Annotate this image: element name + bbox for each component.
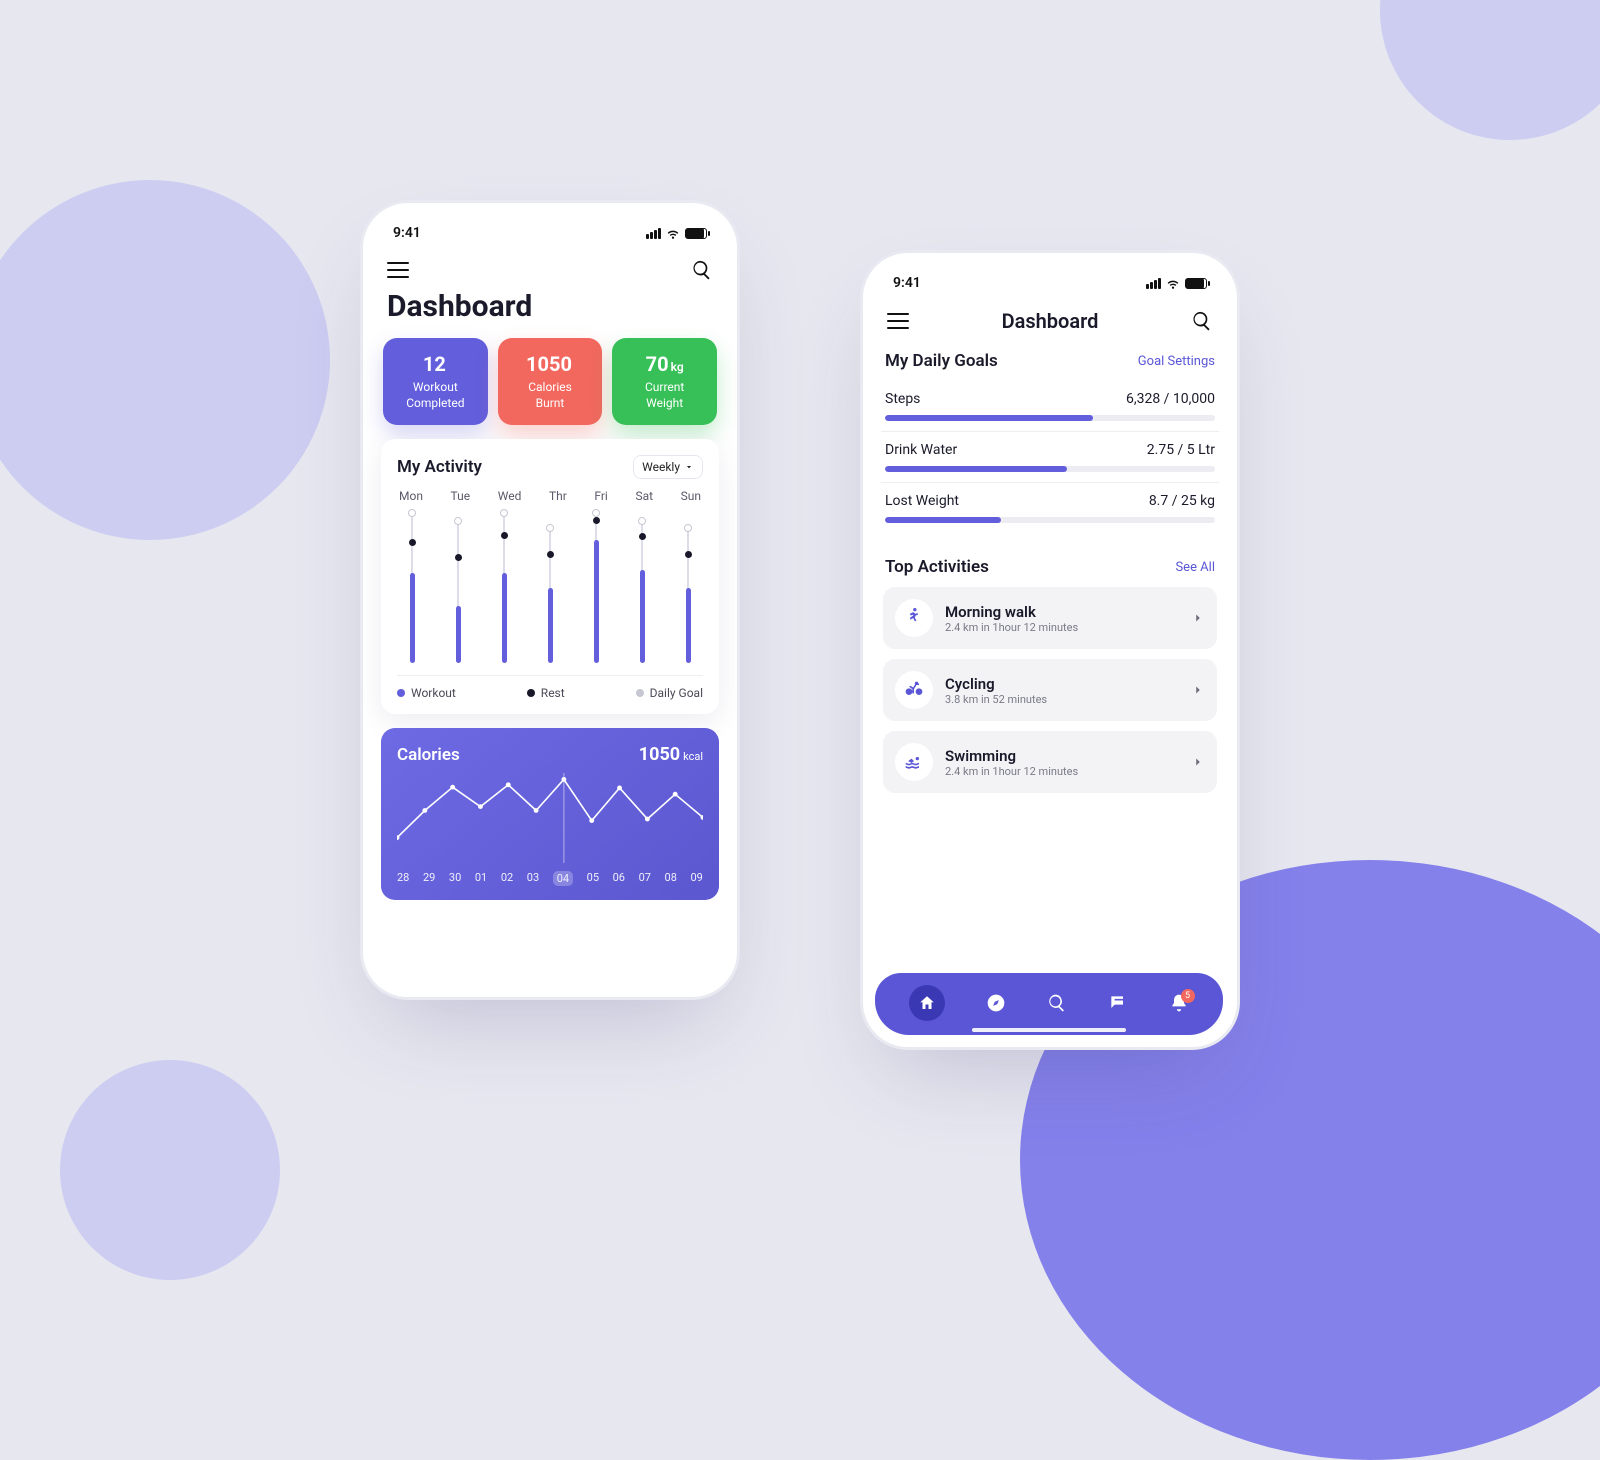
activity-legend: Workout Rest Daily Goal — [397, 675, 703, 700]
activity-column — [493, 513, 515, 663]
date-label[interactable]: 04 — [553, 871, 573, 886]
calories-line-chart — [397, 773, 703, 863]
activity-column — [539, 513, 561, 663]
goals-list: Steps 6,328 / 10,000 Drink Water 2.75 / 5 L… — [881, 381, 1219, 533]
bike-icon — [895, 671, 933, 709]
chevron-right-icon — [1191, 611, 1205, 625]
see-all-link[interactable]: See All — [1175, 560, 1215, 575]
stat-workout-completed[interactable]: 12 WorkoutCompleted — [383, 338, 488, 425]
signal-icon — [1146, 278, 1161, 289]
stat-calories-burnt[interactable]: 1050 CaloriesBurnt — [498, 338, 603, 425]
activity-columns-chart — [397, 513, 703, 663]
activity-subtitle: 2.4 km in 1hour 12 minutes — [945, 621, 1179, 634]
goal-value: 8.7 / 25 kg — [1149, 493, 1215, 509]
date-label[interactable]: 05 — [587, 871, 599, 886]
goal-label: Drink Water — [885, 442, 957, 458]
stat-value: 1050 — [526, 352, 572, 376]
nav-explore[interactable] — [986, 993, 1006, 1013]
calories-value: 1050 — [639, 744, 680, 765]
home-indicator — [972, 1028, 1125, 1032]
swim-icon — [895, 743, 933, 781]
activity-column — [585, 513, 607, 663]
top-bar — [381, 249, 719, 289]
activity-title: Swimming — [945, 747, 1179, 765]
calories-card: Calories 1050kcal 2829300102030405060708… — [381, 728, 719, 900]
stat-current-weight[interactable]: 70kg CurrentWeight — [612, 338, 717, 425]
activity-title: My Activity — [397, 457, 482, 477]
date-label[interactable]: 28 — [397, 871, 409, 886]
activity-subtitle: 3.8 km in 52 minutes — [945, 693, 1179, 706]
calories-title: Calories — [397, 745, 460, 765]
date-label[interactable]: 03 — [527, 871, 539, 886]
signal-icon — [646, 228, 661, 239]
activity-subtitle: 2.4 km in 1hour 12 minutes — [945, 765, 1179, 778]
activity-title: Cycling — [945, 675, 1179, 693]
phone-dashboard-goals: 9:41 Dashboard My Daily Goals Goal Setti… — [860, 250, 1240, 1050]
notifications-badge: 5 — [1181, 989, 1195, 1003]
chevron-right-icon — [1191, 755, 1205, 769]
stat-value: 70 — [646, 352, 669, 376]
page-title: Dashboard — [909, 309, 1191, 333]
run-icon — [895, 599, 933, 637]
activities-list: Morning walk2.4 km in 1hour 12 minutesCy… — [881, 587, 1219, 793]
goal-item: Lost Weight 8.7 / 25 kg — [881, 483, 1219, 533]
top-bar: Dashboard — [881, 299, 1219, 341]
battery-icon — [685, 228, 707, 239]
status-time: 9:41 — [393, 225, 421, 241]
date-label[interactable]: 30 — [449, 871, 461, 886]
top-activities-title: Top Activities — [885, 557, 989, 577]
stat-value: 12 — [423, 352, 446, 376]
activity-title: Morning walk — [945, 603, 1179, 621]
daily-goals-title: My Daily Goals — [885, 351, 998, 371]
goal-label: Lost Weight — [885, 493, 959, 509]
goal-label: Steps — [885, 391, 920, 407]
battery-icon — [1185, 278, 1207, 289]
bottom-nav: 5 — [875, 973, 1223, 1035]
my-activity-card: My Activity Weekly MonTueWedThrFriSatSun… — [381, 439, 719, 714]
date-label[interactable]: 01 — [475, 871, 487, 886]
menu-icon[interactable] — [887, 313, 909, 329]
progress-bar — [885, 466, 1215, 472]
period-selector[interactable]: Weekly — [633, 455, 703, 479]
nav-home[interactable] — [909, 985, 945, 1021]
date-label[interactable]: 02 — [501, 871, 513, 886]
date-label[interactable]: 08 — [665, 871, 677, 886]
status-time: 9:41 — [893, 275, 921, 291]
activity-column — [401, 513, 423, 663]
activity-item[interactable]: Cycling3.8 km in 52 minutes — [883, 659, 1217, 721]
wifi-icon — [666, 226, 680, 240]
progress-bar — [885, 415, 1215, 421]
activity-column — [631, 513, 653, 663]
search-icon[interactable] — [691, 259, 713, 281]
status-bar: 9:41 — [881, 271, 1219, 299]
nav-search[interactable] — [1047, 993, 1067, 1013]
wifi-icon — [1166, 276, 1180, 290]
activity-item[interactable]: Morning walk2.4 km in 1hour 12 minutes — [883, 587, 1217, 649]
date-label[interactable]: 07 — [639, 871, 651, 886]
date-label[interactable]: 09 — [690, 871, 702, 886]
goal-value: 6,328 / 10,000 — [1126, 391, 1215, 407]
progress-bar — [885, 517, 1215, 523]
activity-column — [677, 513, 699, 663]
goal-value: 2.75 / 5 Ltr — [1147, 442, 1215, 458]
phone-dashboard-main: 9:41 Dashboard 12 WorkoutCompleted 1050 … — [360, 200, 740, 1000]
menu-icon[interactable] — [387, 262, 409, 278]
chevron-down-icon — [684, 462, 694, 472]
calories-dates: 28 29 30 01 02 03 04 05 06 07 08 09 — [397, 871, 703, 886]
date-label[interactable]: 29 — [423, 871, 435, 886]
chevron-right-icon — [1191, 683, 1205, 697]
search-icon[interactable] — [1191, 310, 1213, 332]
page-title: Dashboard — [381, 289, 719, 338]
status-bar: 9:41 — [381, 221, 719, 249]
activity-item[interactable]: Swimming2.4 km in 1hour 12 minutes — [883, 731, 1217, 793]
goal-item: Steps 6,328 / 10,000 — [881, 381, 1219, 432]
activity-column — [447, 513, 469, 663]
goal-settings-link[interactable]: Goal Settings — [1138, 354, 1215, 369]
nav-chat[interactable] — [1108, 993, 1128, 1013]
date-label[interactable]: 06 — [613, 871, 625, 886]
day-labels: MonTueWedThrFriSatSun — [397, 489, 703, 503]
goal-item: Drink Water 2.75 / 5 Ltr — [881, 432, 1219, 483]
